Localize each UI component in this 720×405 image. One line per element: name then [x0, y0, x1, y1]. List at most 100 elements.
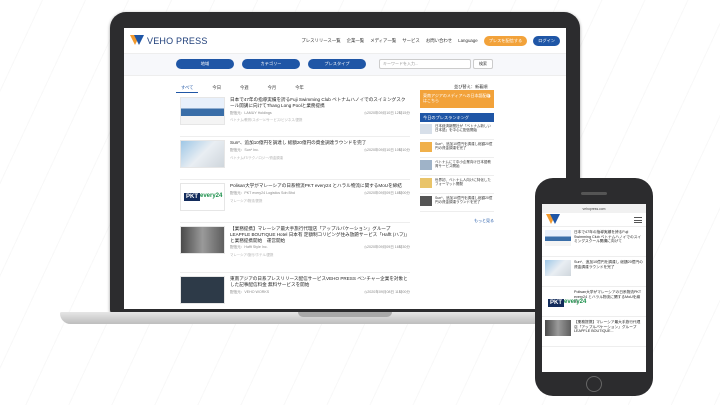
region-select[interactable]: 地域 — [176, 59, 234, 69]
article-thumbnail — [180, 183, 225, 211]
hamburger-menu-icon[interactable] — [634, 216, 642, 223]
main-nav: プレスリリース一覧 企業一覧 メディア一覧 サービス お問い合わせ Langua… — [301, 35, 560, 46]
tab-this-year[interactable]: 今年 — [290, 84, 309, 93]
nav-language[interactable]: Language — [458, 38, 478, 43]
article-thumbnail — [180, 226, 225, 254]
article-item[interactable]: 東南アジアの日系プレスリリース配信サービスVEHO PRESS ベンチャー企業を… — [180, 273, 410, 309]
phone-article-item[interactable]: 【業務提携】マレーシア最大手旅行代理店「アップルバケーション」グループ LEAP… — [542, 317, 646, 347]
article-date: ◷2020年09月10日 10時10分 — [363, 147, 410, 152]
article-tags: ベトナム/IT/テクノロジー/資金調達 — [230, 155, 284, 160]
phone-article-title: 【業務提携】マレーシア最大手旅行代理店「アップルバケーション」グループ LEAP… — [574, 320, 641, 334]
article-thumbnail — [545, 260, 571, 276]
article-item[interactable]: 【業務提携】マレーシア最大手旅行代理店「アップルバケーション」グループ LEAP… — [180, 223, 410, 273]
article-thumbnail — [180, 140, 225, 168]
media-distribution-banner[interactable]: 東南アジアのメディアへの日本語配信はこちら ➜ — [420, 90, 494, 108]
article-source[interactable]: 配信元：LAMUY Holdings — [230, 111, 272, 117]
article-tags: マレーシア/物流/提携 — [230, 198, 263, 203]
ranking-item-title: 日本経済新聞社が「ベトナム新しい日本語」を中心に配信開始 — [435, 124, 491, 133]
ranking-item-title: Sun*、追加10億円を調達し総額20億円の資金調達ラウンドを完了 — [435, 196, 493, 205]
press-type-select[interactable]: プレスタイプ — [308, 59, 366, 69]
article-source[interactable]: 配信元：Hafft Style Inc. — [230, 245, 268, 251]
filter-bar: 地域 カテゴリー プレスタイプ キーワードを入力... 検索 — [124, 54, 566, 76]
article-list: 日本で47年の指導実績を誇るFuji Swimming Club ベトナムハノイ… — [180, 94, 410, 309]
ranking-thumbnail — [420, 178, 432, 188]
ranking-item[interactable]: Sun*、追加10億円を調達し総額20億円の資金調達を完了 — [420, 140, 494, 158]
phone-article-item[interactable]: 日本で47年の指導実績を誇るFuji Swimming Club ベトナムハノイ… — [542, 227, 646, 257]
region-select-label: 地域 — [200, 61, 210, 66]
site-logo[interactable]: VEHO PRESS — [130, 35, 208, 46]
press-type-select-label: プレスタイプ — [324, 61, 350, 66]
logo-icon[interactable] — [546, 214, 560, 225]
laptop-notch — [298, 312, 392, 317]
ranking-thumbnail — [420, 160, 432, 170]
article-title[interactable]: 東南アジアの日系プレスリリース配信サービスVEHO PRESS ベンチャー企業を… — [230, 276, 410, 288]
phone-article-title: 日本で47年の指導実績を誇るFuji Swimming Club ベトナムハノイ… — [574, 230, 642, 244]
article-title[interactable]: 日本で47年の指導実績を誇るFuji Swimming Club ベトナムハノイ… — [230, 97, 410, 109]
article-thumbnail — [180, 276, 225, 304]
article-date: ◷2020年09月09日 18時00分 — [363, 190, 410, 195]
nav-contact[interactable]: お問い合わせ — [426, 38, 452, 44]
tab-today[interactable]: 今日 — [207, 84, 226, 93]
banner-text: 東南アジアのメディアへの日本語配信はこちら — [423, 93, 491, 103]
search-input[interactable]: キーワードを入力... — [379, 59, 471, 69]
device-mockup-stage: VEHO PRESS プレスリリース一覧 企業一覧 メディア一覧 サービス お問… — [0, 0, 720, 405]
phone-url: vehopress.com — [582, 206, 606, 211]
period-tabs: すべて 今日 今週 今月 今年 — [176, 84, 309, 93]
ranking-item-title: Sun*、追加10億円を調達し総額20億円の資金調達を完了 — [435, 142, 493, 151]
laptop-screen: VEHO PRESS プレスリリース一覧 企業一覧 メディア一覧 サービス お問… — [124, 28, 566, 309]
ranking-item[interactable]: 世界初、ベトナム人向けに特化したフォーマット開発 — [420, 176, 494, 194]
arrow-right-icon: ➜ — [485, 94, 491, 100]
article-thumbnail — [545, 320, 571, 336]
search-button[interactable]: 検索 — [473, 59, 493, 69]
tab-this-month[interactable]: 今月 — [263, 84, 282, 93]
nav-services[interactable]: サービス — [402, 38, 420, 44]
article-title[interactable]: Polisan大学がマレーシアの日系物流PKT every24 とハラル物流に関… — [230, 183, 410, 189]
article-date: ◷2020年09月09日 16時30分 — [363, 245, 410, 250]
article-tags: マレーシア/旅行/ホテル/提携 — [230, 253, 274, 258]
sidebar: 東南アジアのメディアへの日本語配信はこちら ➜ 今日のプレスランキング 日本経済… — [420, 90, 494, 224]
ranking-item-title: 世界初、ベトナム人向けに特化したフォーマット開発 — [435, 178, 491, 187]
tab-this-week[interactable]: 今週 — [235, 84, 254, 93]
phone-speaker — [581, 192, 607, 195]
tab-all[interactable]: すべて — [176, 84, 199, 93]
phone-home-button[interactable] — [586, 376, 602, 392]
category-select-label: カテゴリー — [260, 61, 282, 66]
article-item[interactable]: Polisan大学がマレーシアの日系物流PKT every24 とハラル物流に関… — [180, 180, 410, 223]
phone-screen: vehopress.com 日本で47年の指導実績を誇るFuji Swimmin… — [542, 204, 646, 372]
search-placeholder: キーワードを入力... — [383, 61, 419, 66]
article-item[interactable]: Sun*、追加10億円を調達し 総額20億円の資金調達ラウンドを完了 配信元：S… — [180, 137, 410, 180]
ranking-more-link[interactable]: もっと見る — [420, 218, 494, 224]
article-source[interactable]: 配信元：Sun* Inc. — [230, 148, 259, 154]
phone-article-item[interactable]: Polisan大学がマレーシアの日系物流PKT every24 とハラル物流に関… — [542, 287, 646, 317]
article-thumbnail — [180, 97, 225, 125]
nav-media[interactable]: メディア一覧 — [370, 38, 396, 44]
ranking-thumbnail — [420, 124, 432, 134]
article-item[interactable]: 日本で47年の指導実績を誇るFuji Swimming Club ベトナムハノイ… — [180, 94, 410, 137]
logo-text: VEHO PRESS — [147, 35, 208, 46]
article-source[interactable]: 配信元：PKT every24 Logistics Sdn Bhd — [230, 191, 295, 197]
publish-release-button[interactable]: プレスを配信する — [483, 35, 528, 46]
article-source[interactable]: 配信元：VEHO WORKS — [230, 290, 269, 296]
article-thumbnail — [545, 230, 571, 246]
ranking-item[interactable]: ベトナムにて中小企業向け日本語教育サービス開始 — [420, 158, 494, 176]
phone-article-title: Sun*、追加10億円を調達し 総額20億円の資金調達ラウンドを完了 — [574, 260, 643, 269]
article-title[interactable]: Sun*、追加10億円を調達し 総額20億円の資金調達ラウンドを完了 — [230, 140, 410, 146]
article-title[interactable]: 【業務提携】マレーシア最大手旅行代理店「アップルバケーション」グループ LEAP… — [230, 226, 410, 243]
article-date: ◷2020年09月08日 11時00分 — [364, 289, 410, 294]
ranking-item-title: ベトナムにて中小企業向け日本語教育サービス開始 — [435, 160, 491, 169]
article-thumbnail — [545, 290, 586, 307]
phone-address-bar[interactable]: vehopress.com — [542, 204, 646, 213]
article-date: ◷2020年09月10日 12時15分 — [363, 110, 410, 115]
phone-article-item[interactable]: Sun*、追加10億円を調達し 総額20億円の資金調達ラウンドを完了 — [542, 257, 646, 287]
ranking-item[interactable]: Sun*、追加10億円を調達し総額20億円の資金調達ラウンドを完了 — [420, 194, 494, 212]
article-tags: ベトナム/教育/スポーツ/サービス/ビジネス/提携 — [230, 118, 303, 123]
ranking-title: 今日のプレスランキング — [420, 113, 494, 122]
nav-companies[interactable]: 企業一覧 — [347, 38, 365, 44]
ranking-thumbnail — [420, 142, 432, 152]
ranking-item[interactable]: 日本経済新聞社が「ベトナム新しい日本語」を中心に配信開始 — [420, 122, 494, 140]
phone-site-header — [542, 213, 646, 227]
site-header: VEHO PRESS プレスリリース一覧 企業一覧 メディア一覧 サービス お問… — [124, 28, 566, 54]
category-select[interactable]: カテゴリー — [242, 59, 300, 69]
nav-press-releases[interactable]: プレスリリース一覧 — [301, 38, 340, 44]
login-button[interactable]: ログイン — [533, 35, 560, 46]
